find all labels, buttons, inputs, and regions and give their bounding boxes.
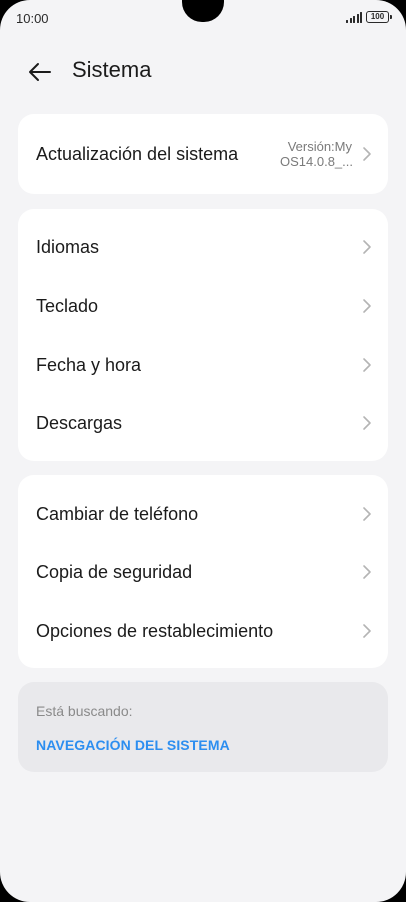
back-arrow-icon[interactable] bbox=[26, 60, 52, 84]
status-time: 10:00 bbox=[16, 11, 49, 26]
row-label: Idiomas bbox=[36, 236, 100, 257]
screen: 10:00 100 Sistema Actualización del sist… bbox=[0, 0, 406, 902]
settings-group-2: Cambiar de teléfono Copia de seguridad O… bbox=[18, 475, 388, 668]
row-label: Copia de seguridad bbox=[36, 561, 193, 582]
version-line-2: OS14.0.8_... bbox=[280, 154, 353, 169]
row-label: Opciones de restablecimiento bbox=[36, 620, 274, 641]
chevron-right-icon bbox=[363, 147, 371, 161]
settings-group-1: Idiomas Teclado Fecha y hora Descargas bbox=[18, 209, 388, 461]
chevron-right-icon bbox=[363, 240, 371, 254]
settings-item-languages[interactable]: Idiomas bbox=[18, 218, 388, 276]
settings-item-reset-options[interactable]: Opciones de restablecimiento bbox=[18, 602, 388, 660]
row-label: Descargas bbox=[36, 412, 123, 433]
row-label: Actualización del sistema bbox=[36, 143, 239, 164]
settings-item-keyboard[interactable]: Teclado bbox=[18, 277, 388, 335]
chevron-right-icon bbox=[363, 299, 371, 313]
chevron-right-icon bbox=[363, 565, 371, 579]
page-header: Sistema bbox=[0, 50, 406, 94]
chevron-right-icon bbox=[363, 624, 371, 638]
system-update-card: Actualización del sistema Versión:My OS1… bbox=[18, 114, 388, 194]
row-label: Fecha y hora bbox=[36, 354, 142, 375]
battery-level: 100 bbox=[370, 12, 385, 21]
system-navigation-link[interactable]: NAVEGACIÓN DEL SISTEMA bbox=[36, 737, 230, 753]
battery-icon: 100 bbox=[366, 11, 392, 23]
suggestion-label: Está buscando: bbox=[36, 703, 133, 719]
suggestion-card: Está buscando: NAVEGACIÓN DEL SISTEMA bbox=[18, 682, 388, 772]
chevron-right-icon bbox=[363, 358, 371, 372]
settings-item-switch-phone[interactable]: Cambiar de teléfono bbox=[18, 485, 388, 543]
version-value: Versión:My OS14.0.8_... bbox=[280, 139, 353, 169]
row-label: Teclado bbox=[36, 295, 99, 316]
system-update-row[interactable]: Actualización del sistema Versión:My OS1… bbox=[18, 125, 388, 183]
signal-icon bbox=[346, 11, 362, 23]
chevron-right-icon bbox=[363, 507, 371, 521]
chevron-right-icon bbox=[363, 416, 371, 430]
settings-item-date-time[interactable]: Fecha y hora bbox=[18, 336, 388, 394]
settings-item-backup[interactable]: Copia de seguridad bbox=[18, 543, 388, 601]
settings-item-downloads[interactable]: Descargas bbox=[18, 394, 388, 452]
row-label: Cambiar de teléfono bbox=[36, 503, 199, 524]
page-title: Sistema bbox=[72, 57, 152, 82]
version-line-1: Versión:My bbox=[287, 139, 352, 154]
status-indicators: 100 bbox=[346, 11, 392, 23]
